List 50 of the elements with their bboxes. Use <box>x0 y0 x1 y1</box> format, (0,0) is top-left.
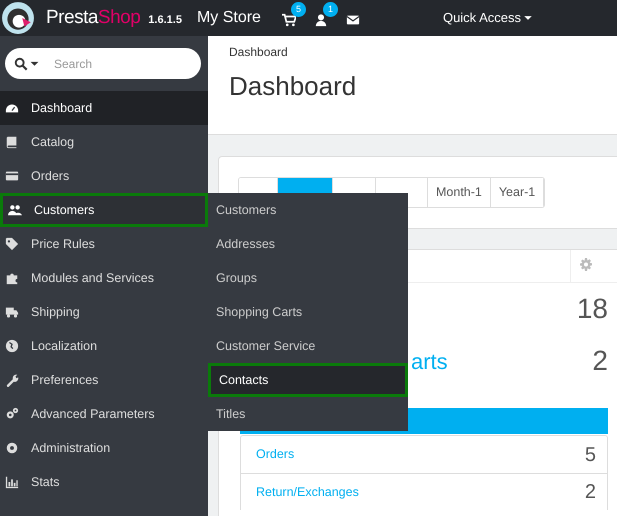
sidebar-item[interactable]: Price Rules <box>0 227 208 261</box>
submenu-item[interactable]: Addresses <box>208 227 408 261</box>
stat-value: 2 <box>592 344 608 378</box>
count-badge: 5 <box>290 2 306 17</box>
page-title: Dashboard <box>229 70 358 103</box>
sidebar-item[interactable]: Preferences <box>0 363 208 397</box>
wrench-icon <box>5 373 19 387</box>
search-field[interactable]: Search <box>5 48 201 79</box>
brand-name: PrestaShop <box>46 6 140 30</box>
submenu-item[interactable]: Customers <box>208 193 408 227</box>
submenu-item[interactable]: Titles <box>208 397 408 431</box>
caret-icon <box>30 59 39 68</box>
users-icon <box>8 203 22 217</box>
count-badge: 1 <box>322 2 338 17</box>
settings-icon <box>5 441 19 455</box>
breadcrumb[interactable]: Dashboard <box>229 43 617 61</box>
gears-icon <box>5 407 19 421</box>
sidebar-item[interactable]: Stats <box>0 465 208 499</box>
globe-icon <box>5 339 19 353</box>
card-icon <box>5 169 19 183</box>
mail-icon <box>346 13 360 27</box>
stat-value: 18 <box>576 292 608 326</box>
book-icon <box>5 135 19 149</box>
submenu-item[interactable]: Groups <box>208 261 408 295</box>
store-name[interactable]: My Store <box>196 6 261 30</box>
sidebar-item[interactable]: Modules and Services <box>0 261 208 295</box>
tag-icon <box>5 237 19 251</box>
submenu-item[interactable]: Shopping Carts <box>208 295 408 329</box>
sidebar-item[interactable]: Dashboard <box>0 91 208 125</box>
list-value: 5 <box>584 442 596 468</box>
bar-chart-icon <box>5 475 19 489</box>
settings-icon <box>578 258 594 274</box>
sidebar-item[interactable]: Customers <box>0 193 208 227</box>
submenu-item[interactable]: Customer Service <box>208 329 408 363</box>
cart-icon <box>282 13 296 27</box>
puzzle-icon <box>5 271 19 285</box>
sidebar-item[interactable]: Advanced Parameters <box>0 397 208 431</box>
search-icon <box>14 56 28 70</box>
sidebar-item[interactable]: Administration <box>0 431 208 465</box>
sidebar-item[interactable]: Orders <box>0 159 208 193</box>
sidebar-item[interactable]: Localization <box>0 329 208 363</box>
list-value: 2 <box>584 480 596 505</box>
version-label: 1.6.1.5 <box>148 12 182 28</box>
sidebar-item[interactable]: Shipping <box>0 295 208 329</box>
sidebar-item[interactable]: Catalog <box>0 125 208 159</box>
user-icon <box>314 13 328 27</box>
submenu-item[interactable]: Contacts <box>208 363 408 397</box>
search-input[interactable]: Search <box>54 54 174 72</box>
quick-access-menu[interactable]: Quick Access <box>442 8 533 28</box>
truck-icon <box>5 305 19 319</box>
